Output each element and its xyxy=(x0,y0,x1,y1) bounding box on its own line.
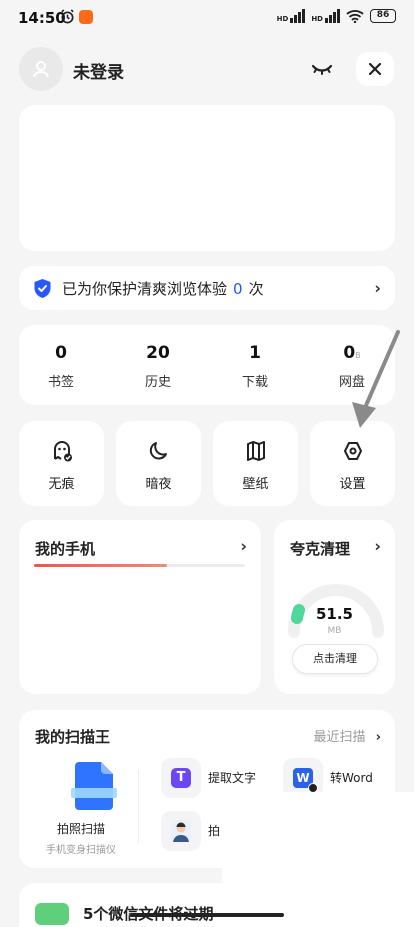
tile-wallpaper-label: 壁纸 xyxy=(242,477,269,492)
clean-card[interactable]: 夸克清理 › 51.5 MB 点击清理 xyxy=(274,520,395,694)
tile-wallpaper[interactable]: 壁纸 xyxy=(213,421,298,506)
signal-icon: HD xyxy=(277,9,306,23)
tile-incognito-label: 无痕 xyxy=(48,477,75,492)
signal-icon-2: HD xyxy=(311,9,340,23)
stat-bookmarks-label: 书签 xyxy=(47,375,74,390)
text-extract-icon: T xyxy=(171,768,191,788)
battery-icon: 86 xyxy=(370,9,396,23)
scanner-title: 我的扫描王 xyxy=(35,728,111,746)
chevron-right-icon: › xyxy=(375,730,381,745)
word-convert-icon: W xyxy=(293,768,318,793)
stat-history-value: 20 xyxy=(146,343,170,363)
protect-text-main: 已为你保护清爽浏览体验 xyxy=(62,279,228,298)
protect-banner[interactable]: 已为你保护清爽浏览体验 0 次 › xyxy=(19,266,395,310)
stat-downloads-label: 下载 xyxy=(241,375,268,390)
app-notification-icon xyxy=(79,9,93,24)
file-expire-icon xyxy=(35,903,69,925)
protect-text: 已为你保护清爽浏览体验 0 次 xyxy=(62,278,264,299)
settings-icon xyxy=(343,442,362,460)
map-icon xyxy=(246,441,265,461)
status-left-icons xyxy=(60,9,93,24)
tool-id-photo-label: 拍 xyxy=(208,824,221,838)
avatar[interactable] xyxy=(19,47,63,91)
stat-bookmarks[interactable]: 0 书签 xyxy=(26,343,96,390)
tile-night-label: 暗夜 xyxy=(145,477,172,492)
chevron-right-icon: › xyxy=(240,536,247,556)
wifi-icon xyxy=(346,10,364,23)
banner-card xyxy=(19,105,395,251)
id-photo-icon xyxy=(171,820,191,842)
clean-value: 51.5 xyxy=(315,605,353,623)
tool-to-word-label: 转Word xyxy=(330,771,373,785)
close-button[interactable] xyxy=(356,52,394,86)
close-icon xyxy=(369,63,381,75)
status-right-icons: HD HD 86 xyxy=(277,9,396,23)
tool-extract-text-label: 提取文字 xyxy=(208,771,257,785)
home-indicator[interactable] xyxy=(130,913,284,917)
clean-button[interactable]: 点击清理 xyxy=(292,644,378,674)
my-phone-title: 我的手机 xyxy=(35,540,96,558)
tile-settings-label: 设置 xyxy=(339,477,366,492)
chevron-right-icon: › xyxy=(374,536,381,556)
hide-button[interactable] xyxy=(306,56,338,82)
text-extract-chip: T xyxy=(161,758,201,798)
photo-scan-button[interactable]: 拍照扫描 手机变身扫描仪 xyxy=(33,762,129,858)
recent-scan-link[interactable]: 最近扫描 › xyxy=(313,726,381,745)
signal-hd-label-2: HD xyxy=(311,15,323,23)
photo-scan-label: 拍照扫描 xyxy=(56,822,105,836)
photo-scan-sub: 手机变身扫描仪 xyxy=(46,845,116,856)
chevron-right-icon: › xyxy=(374,278,381,298)
user-icon xyxy=(33,61,49,78)
my-phone-card[interactable]: 我的手机 › xyxy=(19,520,261,694)
shield-icon xyxy=(34,278,51,298)
clean-unit: MB xyxy=(327,626,342,636)
phone-usage-fill xyxy=(34,564,167,567)
status-time: 14:50 xyxy=(18,9,66,27)
tile-incognito[interactable]: 无痕 xyxy=(19,421,104,506)
overlay-panel xyxy=(222,792,414,927)
stat-bookmarks-value: 0 xyxy=(55,343,67,363)
moon-icon xyxy=(149,442,167,460)
alarm-icon xyxy=(61,9,74,24)
id-photo-chip xyxy=(161,811,201,851)
signal-hd-label: HD xyxy=(276,15,289,23)
protect-text-suffix: 次 xyxy=(248,279,264,298)
annotation-arrow xyxy=(352,330,400,428)
scanner-divider xyxy=(138,770,139,844)
tile-settings[interactable]: 设置 xyxy=(310,421,395,506)
phone-usage-track xyxy=(34,564,245,567)
stat-history-label: 历史 xyxy=(144,375,171,390)
clean-title: 夸克清理 xyxy=(290,540,351,558)
stat-downloads-value: 1 xyxy=(249,343,261,363)
stats-card: 0 书签 20 历史 1 下载 0B 网盘 xyxy=(19,325,395,405)
stat-history[interactable]: 20 历史 xyxy=(123,343,193,390)
document-scan-icon xyxy=(70,762,117,810)
closed-eye-icon xyxy=(311,64,333,75)
recent-scan-label: 最近扫描 xyxy=(313,730,366,745)
login-status-text[interactable]: 未登录 xyxy=(73,58,124,83)
ghost-icon xyxy=(53,441,72,462)
protect-count: 0 xyxy=(233,279,243,298)
tile-night[interactable]: 暗夜 xyxy=(116,421,201,506)
stat-downloads[interactable]: 1 下载 xyxy=(220,343,290,390)
